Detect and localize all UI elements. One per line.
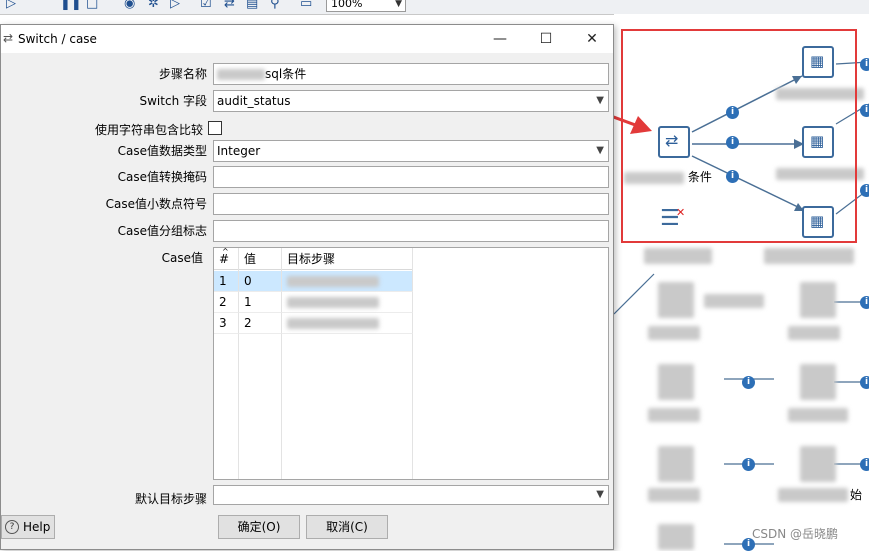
- decimal-symbol-label: Case值小数点符号: [105, 197, 207, 211]
- watermark: CSDN @岳晓鹏: [752, 527, 839, 541]
- value-cell[interactable]: 0: [239, 271, 282, 292]
- info-icon: i: [742, 458, 755, 471]
- blurred-text: [217, 69, 265, 80]
- value-cell[interactable]: 1: [239, 292, 282, 313]
- data-type-select[interactable]: Integer ▼: [213, 140, 609, 162]
- debug-icon[interactable]: ✲: [148, 0, 159, 11]
- row-number-cell: 3: [214, 313, 239, 334]
- target-step-cell[interactable]: [282, 271, 413, 292]
- grouping-symbol-field[interactable]: [213, 220, 609, 242]
- default-target-label: 默认目标步骤: [134, 492, 207, 506]
- sort-icon: ^: [222, 247, 229, 256]
- info-icon: i: [860, 104, 869, 117]
- info-icon: i: [860, 376, 869, 389]
- maximize-button[interactable]: ☐: [523, 25, 569, 53]
- decimal-symbol-field[interactable]: [213, 193, 609, 215]
- blurred-node: [800, 282, 836, 318]
- verify-icon[interactable]: ☑: [200, 0, 212, 11]
- case-values-label: Case值: [161, 251, 203, 265]
- table-row[interactable]: 1 0: [214, 271, 413, 292]
- canvas-node-label: 始: [850, 488, 863, 502]
- blurred-text: [287, 297, 379, 308]
- sql-icon[interactable]: ▤: [246, 0, 258, 11]
- step-name-label: 步骤名称: [158, 67, 207, 81]
- row-number-cell: 2: [214, 292, 239, 313]
- switch-field-select[interactable]: audit_status ▼: [213, 90, 609, 112]
- blurred-node: [778, 488, 848, 502]
- zoom-value: 100%: [331, 0, 363, 10]
- default-target-select[interactable]: ▼: [213, 485, 609, 505]
- column-header-target[interactable]: 目标步骤: [282, 248, 413, 270]
- preview-icon[interactable]: ◉: [124, 0, 135, 11]
- value-cell[interactable]: 2: [239, 313, 282, 334]
- row-number-cell: 1: [214, 271, 239, 292]
- explore-icon[interactable]: ⚲: [270, 0, 280, 11]
- grouping-symbol-label: Case值分组标志: [117, 224, 207, 238]
- column-header-value[interactable]: 值: [239, 248, 282, 270]
- ok-button[interactable]: 确定(O): [218, 515, 300, 539]
- help-icon: ?: [5, 520, 19, 534]
- dialog-title: Switch / case: [18, 32, 97, 46]
- zoom-select[interactable]: 100% ▼: [326, 0, 406, 12]
- highlight-rectangle: [621, 29, 857, 243]
- data-type-label: Case值数据类型: [117, 144, 207, 158]
- blurred-node: [800, 364, 836, 400]
- case-values-table[interactable]: ^ # 值 目标步骤 1 0 2 1 3 2: [213, 247, 609, 480]
- target-step-cell[interactable]: [282, 313, 413, 334]
- blurred-node: [764, 248, 854, 264]
- conversion-mask-field[interactable]: [213, 166, 609, 188]
- help-button[interactable]: ? Help: [1, 515, 55, 539]
- main-toolbar: ▷ ❚❚ □ ◉ ✲ ▷ ☑ ⇄ ▤ ⚲ ▭ 100% ▼: [0, 0, 869, 15]
- blurred-text: [287, 318, 379, 329]
- info-icon: i: [860, 58, 869, 71]
- blurred-node: [788, 326, 840, 340]
- step-name-field[interactable]: sql条件: [213, 63, 609, 85]
- chevron-down-icon: ▼: [596, 145, 604, 156]
- blurred-node: [648, 326, 700, 340]
- info-icon: i: [860, 184, 869, 197]
- blurred-node: [658, 524, 694, 550]
- cancel-button[interactable]: 取消(C): [306, 515, 388, 539]
- table-row[interactable]: 2 1: [214, 292, 413, 313]
- use-contains-label: 使用字符串包含比较: [94, 123, 203, 137]
- chevron-down-icon: ▼: [596, 489, 604, 500]
- target-step-cell[interactable]: [282, 292, 413, 313]
- pause-icon[interactable]: ❚❚: [60, 0, 82, 11]
- blurred-node: [644, 248, 712, 264]
- blurred-node: [648, 488, 700, 502]
- blurred-node: [704, 294, 764, 308]
- switch-icon: ⇄: [3, 31, 14, 45]
- impact-icon[interactable]: ⇄: [224, 0, 235, 11]
- column-header-number[interactable]: ^ #: [214, 248, 239, 270]
- replay-icon[interactable]: ▷: [170, 0, 180, 11]
- switch-field-label: Switch 字段: [139, 94, 208, 108]
- blurred-node: [648, 408, 700, 422]
- blurred-node: [658, 282, 694, 318]
- blurred-node: [658, 364, 694, 400]
- chevron-down-icon: ▼: [395, 0, 402, 9]
- minimize-button[interactable]: —: [477, 25, 523, 53]
- info-icon: i: [860, 458, 869, 471]
- use-contains-checkbox[interactable]: [208, 121, 222, 135]
- blurred-node: [788, 408, 848, 422]
- info-icon: i: [742, 376, 755, 389]
- blurred-node: [800, 446, 836, 482]
- blurred-node: [658, 446, 694, 482]
- switch-case-dialog: ⇄ Switch / case — ☐ ✕ 步骤名称 sql条件 Switch …: [0, 24, 614, 550]
- table-row[interactable]: 3 2: [214, 313, 413, 334]
- conversion-mask-label: Case值转换掩码: [117, 170, 207, 184]
- chevron-down-icon: ▼: [596, 95, 604, 106]
- dialog-titlebar[interactable]: ⇄ Switch / case — ☐ ✕: [1, 25, 613, 53]
- stop-icon[interactable]: □: [86, 0, 98, 11]
- blurred-text: [287, 276, 379, 287]
- info-icon: i: [860, 296, 869, 309]
- close-button[interactable]: ✕: [569, 25, 615, 53]
- run-icon[interactable]: ▷: [6, 0, 16, 11]
- layout-icon[interactable]: ▭: [300, 0, 312, 11]
